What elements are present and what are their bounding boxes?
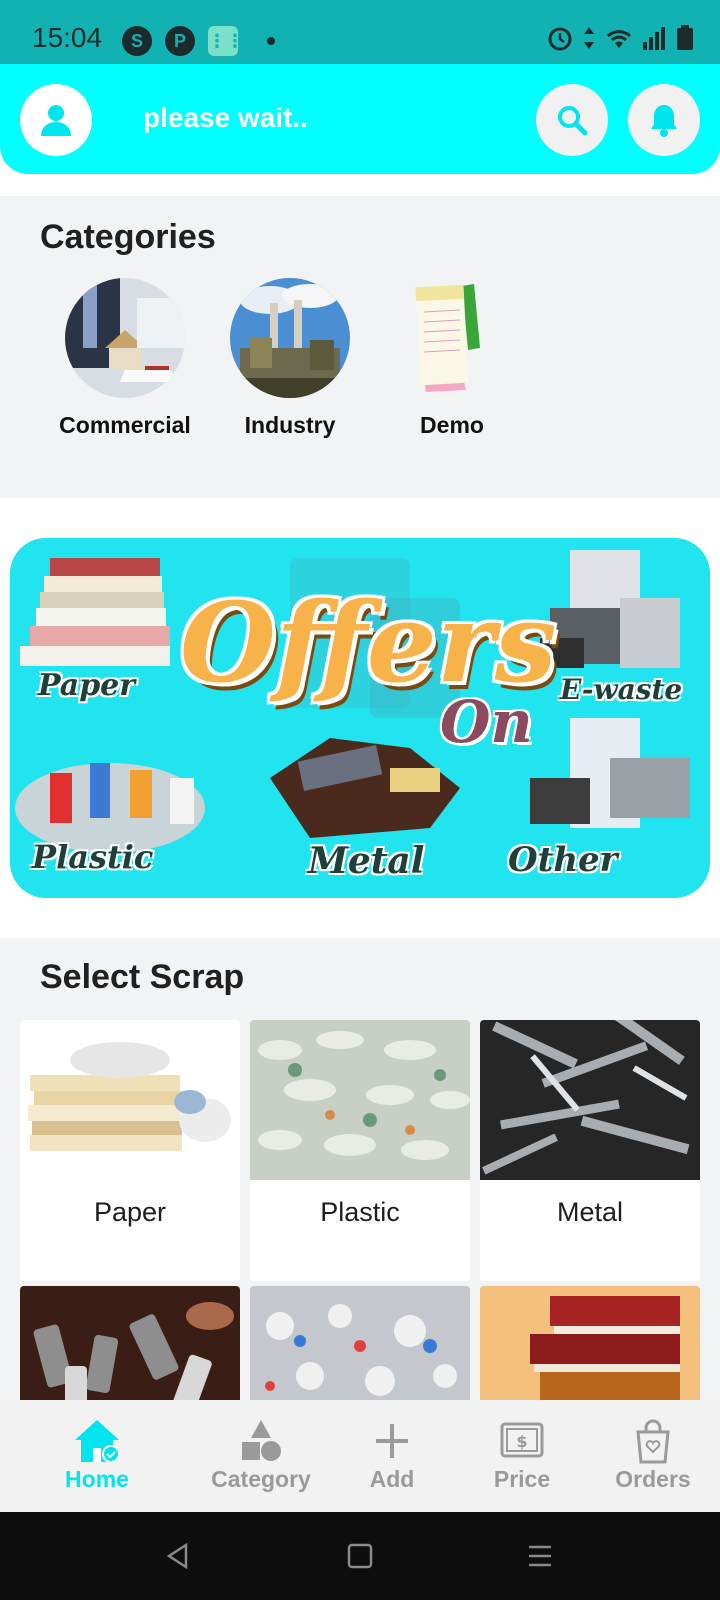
commercial-photo [65,278,185,398]
search-icon [558,106,588,136]
nav-category[interactable]: Category [196,1418,326,1493]
industry-photo [230,278,350,398]
category-commercial[interactable]: Commercial [45,278,205,439]
nav-add[interactable]: Add [327,1418,457,1493]
tile-label: Metal [556,1197,624,1227]
scrap-tile-books[interactable] [480,1286,700,1400]
paper-scrap-image [20,1020,240,1180]
ewaste-scrap-image [20,1286,240,1400]
user-icon [41,105,71,136]
banner-word-plastic: Plastic [32,838,154,876]
nav-label: Orders [615,1466,691,1492]
categories-title: Categories [40,218,216,256]
plus-icon [376,1424,408,1458]
skype-notification-icon: S [122,26,152,56]
back-icon[interactable] [164,1542,192,1570]
category-label: Commercial [59,412,191,438]
home-square-icon[interactable] [346,1542,374,1570]
more-notifications-icon [267,37,275,45]
home-icon [75,1420,120,1463]
banner-word-ewaste: E-waste [560,673,683,706]
svg-text:$: $ [516,1432,527,1451]
data-arrows-icon [584,27,594,49]
nav-orders[interactable]: Orders [588,1418,718,1493]
categories-section: Categories Commercial Industry Demo [0,196,720,498]
offers-banner[interactable]: Offers On Paper E-waste Plastic Metal Ot… [10,538,710,898]
scrap-tile-ewaste[interactable] [20,1286,240,1400]
system-navigation-bar [0,1512,720,1600]
category-label: Demo [420,412,484,438]
status-time: 15:04 [32,22,103,53]
nav-label: Home [65,1466,129,1492]
plastic-scrap-image [250,1020,470,1180]
metal-scrap-image [480,1020,700,1180]
search-button[interactable] [536,84,608,156]
notepad-photo [392,278,512,398]
scrap-tile-metal[interactable]: Metal [480,1020,700,1281]
nav-label: Price [493,1466,551,1492]
select-scrap-section: Select Scrap Paper Plastic Metal [0,938,720,1400]
header-title: please wait.. [143,102,308,133]
app-header: please wait.. [0,64,720,174]
scrap-tile-mixed[interactable] [250,1286,470,1400]
category-industry[interactable]: Industry [210,278,370,439]
profile-button[interactable] [20,84,92,156]
nav-label: Category [211,1466,311,1492]
shopping-bag-icon [636,1419,670,1464]
shapes-icon [242,1420,281,1461]
nav-home[interactable]: Home [32,1418,162,1493]
banner-word-other: Other [508,840,618,880]
scrap-tile-plastic[interactable]: Plastic [250,1020,470,1281]
status-bar: 15:04 S P ⋮⋮ [0,0,720,64]
select-scrap-title: Select Scrap [40,958,245,996]
nav-label: Add [369,1466,415,1492]
tile-label: Paper [93,1197,167,1227]
scrap-tile-paper[interactable]: Paper [20,1020,240,1281]
system-status-icons [546,24,694,52]
battery-icon [677,25,693,50]
mixed-scrap-image [250,1286,470,1400]
grid-notification-icon: ⋮⋮ [208,26,244,56]
books-scrap-image [480,1286,700,1400]
alarm-icon [548,27,572,51]
tile-label: Plastic [320,1197,400,1227]
category-demo[interactable]: Demo [372,278,532,439]
banner-word-paper: Paper [38,668,136,703]
bottom-navigation: Home Category Add $ Price Orders [0,1400,720,1512]
wifi-icon [606,30,632,48]
app-notification-icon: P [165,26,195,56]
nav-price[interactable]: $ Price [457,1418,587,1493]
price-tag-icon: $ [500,1422,544,1458]
recent-apps-icon[interactable] [526,1542,554,1570]
banner-word-metal: Metal [308,840,425,882]
bell-icon [651,105,677,137]
banner-subline: On [440,688,533,756]
notifications-button[interactable] [628,84,700,156]
category-label: Industry [244,412,336,438]
signal-icon [643,27,665,50]
